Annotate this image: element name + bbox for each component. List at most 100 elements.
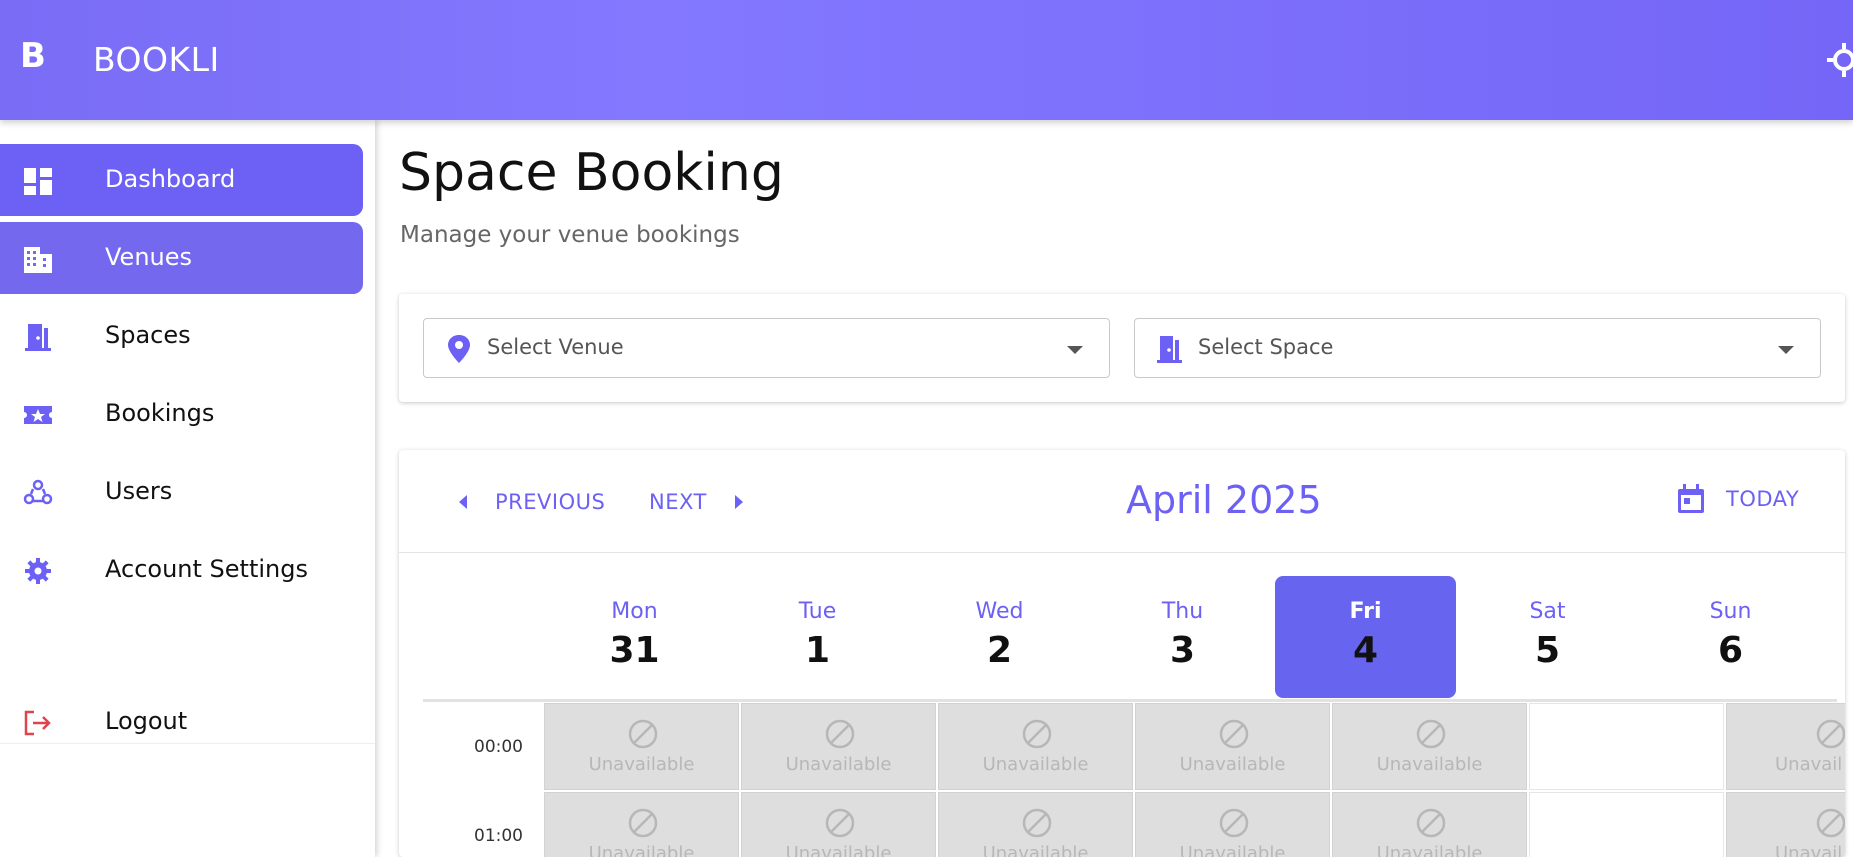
time-slot-unavailable: Unavailable (938, 703, 1133, 790)
page-subtitle: Manage your venue bookings (400, 222, 740, 248)
time-slot-unavailable: Unavailable (1332, 703, 1527, 790)
today-label: TODAY (1726, 487, 1800, 511)
ban-icon (1022, 719, 1052, 749)
ban-icon (1416, 719, 1446, 749)
sidebar-item-label: Account Settings (105, 555, 308, 583)
calendar-icon (1678, 484, 1704, 513)
slot-status: Unavailable (785, 754, 892, 775)
building-icon (24, 247, 52, 273)
day-name: Sat (1529, 599, 1566, 624)
calendar-toolbar: PREVIOUS NEXT April 2025 TODAY (399, 450, 1845, 553)
time-slot-unavailable: Unavailable (1135, 703, 1330, 790)
slot-status: Unavailable (1179, 843, 1286, 857)
app-title: BOOKLI (93, 40, 220, 79)
sidebar-item-users[interactable]: Users (0, 456, 363, 528)
time-slot-unavailable: Unavailable (544, 792, 739, 857)
ban-icon (628, 808, 658, 838)
day-name: Fri (1349, 599, 1382, 624)
next-button[interactable]: NEXT (649, 487, 743, 517)
time-slot-unavailable: Unavailable (1332, 792, 1527, 857)
dashboard-icon (24, 168, 52, 195)
ban-icon (825, 719, 855, 749)
venue-select-placeholder: Select Venue (487, 335, 624, 359)
day-name: Thu (1161, 599, 1204, 624)
slot-status: Unavailable (785, 843, 892, 857)
sidebar-footer (0, 743, 375, 857)
day-header-tue[interactable]: Tue 1 (727, 576, 908, 698)
slot-status: Unavailable (982, 843, 1089, 857)
day-header-wed[interactable]: Wed 2 (909, 576, 1090, 698)
day-number: 5 (1534, 630, 1561, 671)
sidebar-item-label: Dashboard (105, 165, 236, 193)
logout-icon (24, 710, 51, 736)
sidebar-item-dashboard[interactable]: Dashboard (0, 144, 363, 216)
space-select[interactable]: Select Space (1134, 318, 1821, 378)
ban-icon (825, 808, 855, 838)
day-header-thu[interactable]: Thu 3 (1092, 576, 1273, 698)
ticket-icon (24, 406, 52, 424)
space-select-placeholder: Select Space (1198, 335, 1334, 359)
slot-status: Unavailable (1376, 754, 1483, 775)
day-header-sat[interactable]: Sat 5 (1457, 576, 1638, 698)
venue-select[interactable]: Select Venue (423, 318, 1110, 378)
slot-status: Unavailable (982, 754, 1089, 775)
door-icon (25, 324, 51, 351)
previous-label: PREVIOUS (495, 490, 606, 514)
slot-status: Unavailable (588, 843, 695, 857)
ban-icon (1416, 808, 1446, 838)
week-header: Mon 31 Tue 1 Wed 2 Thu 3 Fri 4 Sat 5 Sun… (423, 576, 1837, 702)
chevron-left-icon (459, 495, 467, 509)
location-pin-icon (448, 335, 470, 363)
time-slot-unavailable: Unavailable (938, 792, 1133, 857)
sidebar-item-account-settings[interactable]: Account Settings (0, 534, 363, 606)
day-number: 6 (1717, 630, 1744, 671)
ban-icon (1219, 719, 1249, 749)
day-number: 31 (609, 630, 660, 671)
day-header-sun[interactable]: Sun 6 (1640, 576, 1821, 698)
ban-icon (628, 719, 658, 749)
time-slot-unavailable: Unavailable (1135, 792, 1330, 857)
sidebar-item-label: Spaces (105, 321, 191, 349)
theme-toggle-icon[interactable] (1826, 42, 1853, 78)
time-slot-unavailable: Unavailable (741, 792, 936, 857)
month-label: April 2025 (1126, 478, 1322, 522)
today-button[interactable]: TODAY (1676, 484, 1799, 514)
ban-icon (1816, 719, 1845, 749)
day-name: Wed (975, 599, 1024, 624)
page-title: Space Booking (399, 143, 784, 203)
filter-card: Select Venue Select Space (399, 294, 1845, 402)
day-name: Mon (611, 599, 658, 624)
day-number: 1 (804, 630, 831, 671)
time-label: 00:00 (474, 737, 523, 757)
chevron-right-icon (734, 495, 743, 509)
logout-label: Logout (105, 707, 188, 735)
sidebar-item-bookings[interactable]: Bookings (0, 378, 363, 450)
time-slot-available[interactable] (1529, 703, 1724, 790)
slot-status: Unavailable (1376, 843, 1483, 857)
sidebar-item-spaces[interactable]: Spaces (0, 300, 363, 372)
door-icon (1157, 336, 1182, 363)
previous-button[interactable]: PREVIOUS (459, 487, 605, 517)
sidebar-item-venues[interactable]: Venues (0, 222, 363, 294)
next-label: NEXT (649, 490, 707, 514)
slot-status: Unavail (1775, 843, 1843, 857)
chevron-down-icon (1067, 346, 1083, 354)
time-slot-unavailable: Unavailable (544, 703, 739, 790)
chevron-down-icon (1778, 346, 1794, 354)
slot-status: Unavailable (1179, 754, 1286, 775)
day-number: 2 (986, 630, 1013, 671)
ban-icon (1219, 808, 1249, 838)
day-number: 3 (1169, 630, 1196, 671)
slot-status: Unavail (1775, 754, 1843, 775)
time-label: 01:00 (474, 826, 523, 846)
calendar-card: PREVIOUS NEXT April 2025 TODAY Mon 31 Tu… (399, 450, 1845, 857)
logout-button[interactable]: Logout (0, 700, 375, 750)
day-name: Sun (1709, 599, 1752, 624)
time-slot-unavailable: Unavail (1726, 792, 1845, 857)
day-header-fri[interactable]: Fri 4 (1275, 576, 1456, 698)
time-slot-available[interactable] (1529, 792, 1724, 857)
sidebar-item-label: Users (105, 477, 173, 505)
sidebar-item-label: Venues (105, 243, 193, 271)
app-header: B BOOKLI (0, 0, 1853, 120)
day-header-mon[interactable]: Mon 31 (544, 576, 725, 698)
